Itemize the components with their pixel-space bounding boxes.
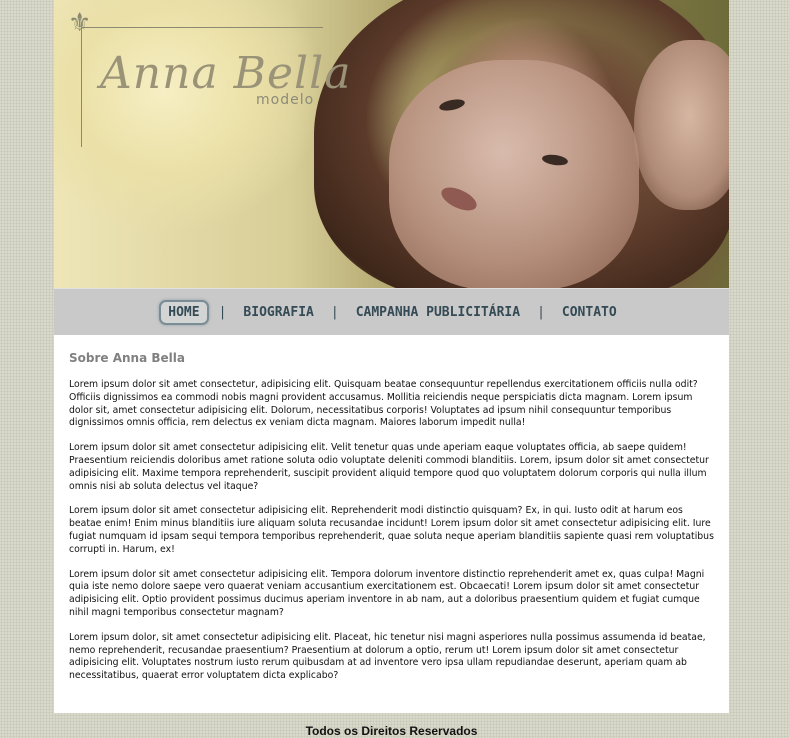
section-title: Sobre Anna Bella bbox=[69, 351, 185, 365]
footer: Todos os Direitos Reservados bbox=[54, 713, 729, 738]
logo-vertical-line bbox=[81, 22, 82, 147]
paragraph: Lorem ipsum dolor sit amet consectetur a… bbox=[69, 568, 705, 618]
main-nav: HOME | BIOGRAFIA | CAMPANHA PUBLICITÁRIA… bbox=[54, 288, 729, 335]
nav-item-biografia[interactable]: BIOGRAFIA bbox=[236, 302, 320, 323]
banner-photo-hand bbox=[634, 40, 729, 210]
nav-item-campanha-publicitaria[interactable]: CAMPANHA PUBLICITÁRIA bbox=[349, 302, 527, 323]
nav-item-home[interactable]: HOME bbox=[159, 299, 209, 325]
nav-separator: | bbox=[218, 304, 227, 320]
nav-separator: | bbox=[537, 304, 545, 320]
paragraph: Lorem ipsum dolor sit amet consectetur a… bbox=[69, 442, 709, 492]
paragraph: Lorem ipsum dolor sit amet consectetur, … bbox=[69, 379, 698, 429]
header-banner: ⚜ Anna Bella modelo bbox=[54, 0, 729, 288]
main-content: Sobre Anna Bella Lorem ipsum dolor sit a… bbox=[54, 335, 729, 713]
footer-text: Todos os Direitos Reservados bbox=[305, 723, 478, 738]
page-wrapper: ⚜ Anna Bella modelo HOME | BIOGRAFIA | C… bbox=[54, 0, 729, 738]
nav-separator: | bbox=[330, 304, 339, 320]
fleur-de-lis-icon: ⚜ bbox=[68, 8, 92, 38]
brand-subtitle: modelo bbox=[256, 92, 315, 108]
nav-item-contato[interactable]: CONTATO bbox=[555, 302, 624, 323]
banner-photo-face bbox=[389, 60, 639, 288]
paragraph: Lorem ipsum dolor, sit amet consectetur … bbox=[69, 631, 706, 682]
logo-horizontal-line bbox=[81, 27, 323, 28]
paragraph: Lorem ipsum dolor sit amet consectetur a… bbox=[69, 505, 714, 555]
